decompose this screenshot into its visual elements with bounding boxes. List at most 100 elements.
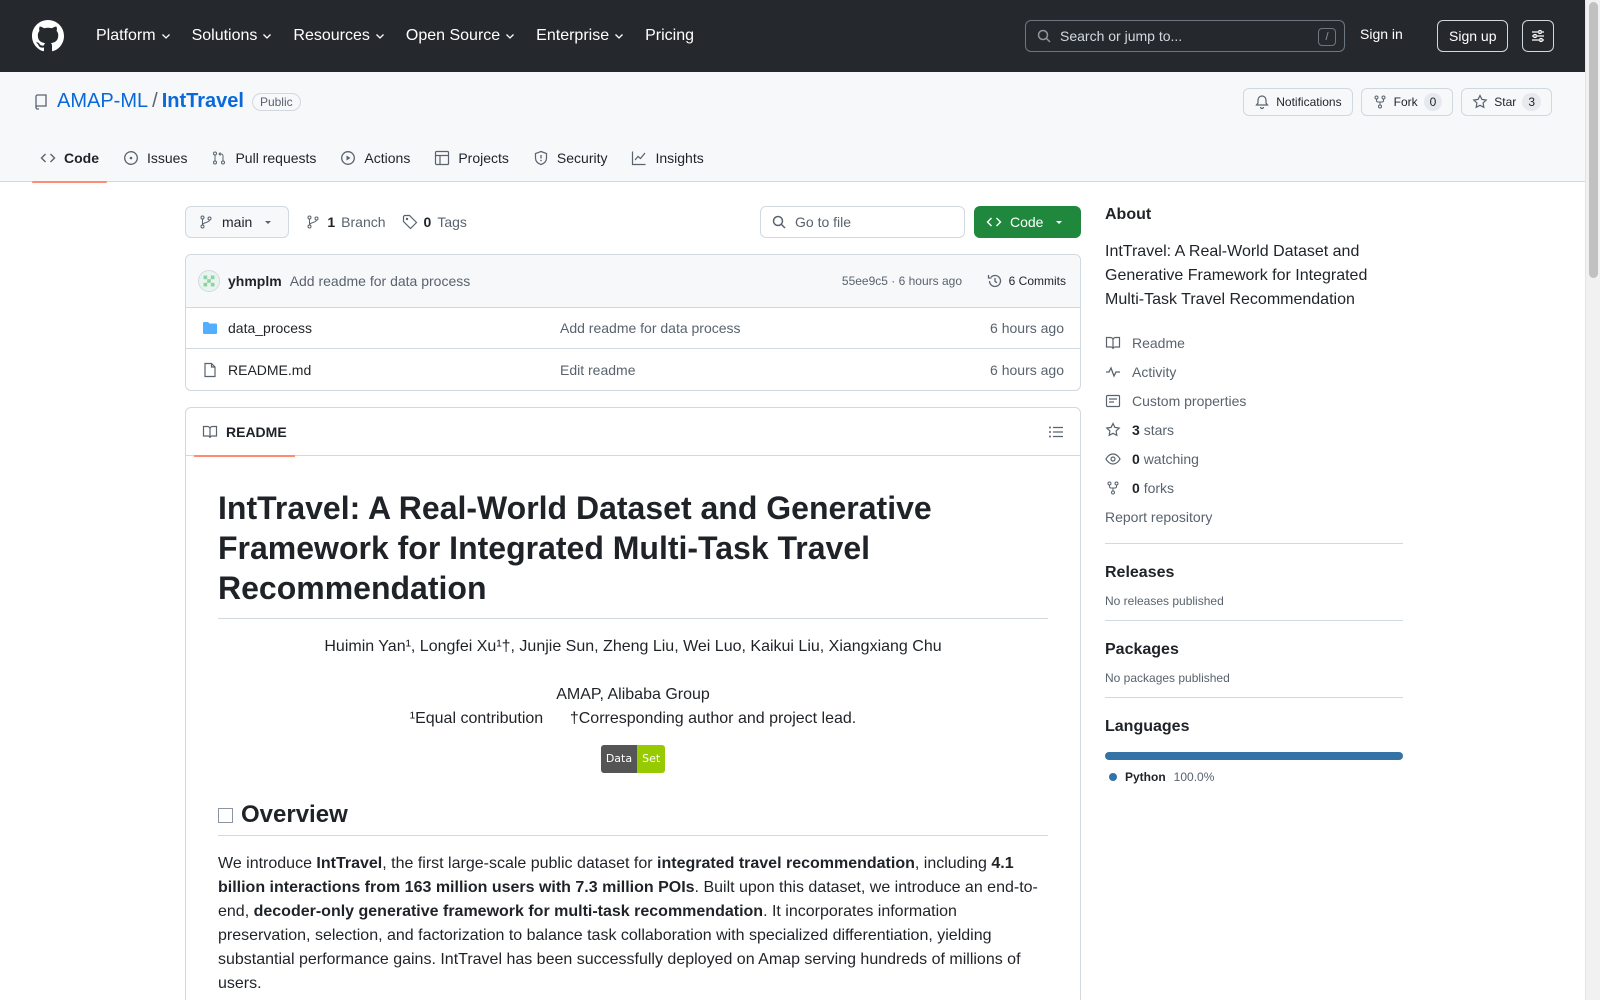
file-icon bbox=[204, 362, 216, 377]
image-placeholder-icon bbox=[218, 807, 233, 823]
go-to-file-input[interactable]: Go to file bbox=[760, 206, 965, 238]
nav-resources[interactable]: Resources bbox=[285, 19, 393, 53]
history-icon bbox=[987, 274, 1001, 288]
releases-heading[interactable]: Releases bbox=[1105, 564, 1403, 582]
repo-title: AMAP-ML / IntTravel Public bbox=[33, 90, 301, 113]
folder-icon bbox=[203, 322, 217, 334]
repo-owner-link[interactable]: AMAP-ML bbox=[57, 90, 148, 113]
file-name-link[interactable]: README.md bbox=[228, 362, 311, 378]
star-button[interactable]: Star 3 bbox=[1461, 88, 1552, 116]
packages-note: No packages published bbox=[1105, 671, 1230, 685]
chevron-down-icon bbox=[263, 34, 272, 39]
watching-link[interactable]: 0 watching bbox=[1105, 444, 1403, 473]
fork-icon bbox=[1374, 95, 1386, 109]
commits-link[interactable]: 6 Commits bbox=[987, 273, 1066, 289]
code-icon bbox=[986, 217, 1002, 227]
readme-link[interactable]: Readme bbox=[1105, 328, 1403, 357]
custom-properties-link[interactable]: Custom properties bbox=[1105, 386, 1403, 415]
tags-link[interactable]: 0 Tags bbox=[402, 214, 467, 230]
file-time: 6 hours ago bbox=[990, 320, 1064, 336]
pull-request-icon bbox=[213, 151, 226, 165]
divider bbox=[1105, 697, 1403, 698]
language-item[interactable]: Python 100.0% bbox=[1105, 770, 1403, 784]
activity-link[interactable]: Activity bbox=[1105, 357, 1403, 386]
code-icon bbox=[40, 153, 56, 163]
repo-name-link[interactable]: IntTravel bbox=[162, 90, 244, 113]
language-percent: 100.0% bbox=[1173, 770, 1215, 784]
dataset-badge[interactable]: Data Set bbox=[600, 745, 666, 773]
fork-button[interactable]: Fork 0 bbox=[1360, 88, 1454, 116]
report-repository-link[interactable]: Report repository bbox=[1105, 502, 1403, 531]
book-icon bbox=[1105, 336, 1121, 349]
overview-heading: Overview bbox=[218, 801, 1048, 836]
tab-code[interactable]: Code bbox=[32, 134, 107, 183]
repo-actions: Notifications Fork 0 Star 3 bbox=[1243, 88, 1552, 116]
search-shortcut-hint: / bbox=[1318, 28, 1336, 46]
tab-security[interactable]: Security bbox=[525, 134, 616, 182]
file-time: 6 hours ago bbox=[990, 361, 1064, 378]
commit-author-link[interactable]: yhmplm bbox=[228, 273, 282, 289]
book-icon bbox=[202, 425, 218, 438]
branch-selector[interactable]: main bbox=[185, 206, 290, 238]
chevron-down-icon bbox=[615, 34, 624, 39]
star-counter: 3 bbox=[1522, 93, 1541, 111]
nav-solutions[interactable]: Solutions bbox=[184, 19, 282, 53]
latest-commit: yhmplm Add readme for data process 55ee9… bbox=[186, 255, 1080, 308]
branches-link[interactable]: 1 Branch bbox=[305, 214, 386, 230]
sliders-icon bbox=[1532, 30, 1544, 42]
star-icon bbox=[1105, 421, 1121, 436]
tab-issues[interactable]: Issues bbox=[115, 134, 195, 182]
menu-button[interactable] bbox=[1522, 20, 1554, 52]
avatar[interactable] bbox=[198, 270, 220, 292]
file-commit-link[interactable]: Add readme for data process bbox=[560, 320, 741, 336]
readme-contribution-note: ¹Equal contribution †Corresponding autho… bbox=[409, 710, 857, 727]
page-scrollbar[interactable] bbox=[1585, 0, 1600, 1000]
language-color-dot bbox=[1109, 773, 1117, 781]
readme-authors: Huimin Yan¹, Longfei Xu¹†, Junjie Sun, Z… bbox=[324, 638, 942, 655]
chevron-down-icon bbox=[506, 34, 515, 39]
tab-insights[interactable]: Insights bbox=[623, 134, 711, 182]
readme-tab[interactable]: README bbox=[194, 408, 295, 457]
commit-meta[interactable]: 55ee9c5 · 6 hours ago bbox=[842, 274, 962, 288]
scrollbar-thumb[interactable] bbox=[1589, 2, 1598, 278]
file-commit-link[interactable]: Edit readme bbox=[560, 362, 635, 378]
packages-heading[interactable]: Packages bbox=[1105, 641, 1403, 659]
repo-header: AMAP-ML / IntTravel Public Notifications… bbox=[0, 72, 1585, 183]
commit-message-link[interactable]: Add readme for data process bbox=[290, 273, 471, 289]
sign-in-link[interactable]: Sign in bbox=[1360, 26, 1403, 42]
github-logo-icon[interactable] bbox=[32, 20, 64, 52]
search-placeholder: Search or jump to... bbox=[1060, 28, 1183, 44]
file-row[interactable]: README.md Edit readme 6 hours ago bbox=[186, 349, 1080, 390]
tab-projects[interactable]: Projects bbox=[426, 134, 517, 182]
nav-enterprise[interactable]: Enterprise bbox=[528, 19, 633, 53]
file-name-link[interactable]: data_process bbox=[228, 320, 312, 336]
sign-up-button[interactable]: Sign up bbox=[1437, 20, 1509, 52]
fork-icon bbox=[1107, 481, 1119, 494]
tab-actions[interactable]: Actions bbox=[332, 134, 418, 182]
main-column: main 1 Branch 0 Tags Go to file Code yhm… bbox=[185, 206, 1081, 1000]
notifications-button[interactable]: Notifications bbox=[1243, 88, 1353, 116]
stars-link[interactable]: 3 stars bbox=[1105, 415, 1403, 444]
global-nav: Platform Solutions Resources Open Source… bbox=[88, 19, 702, 53]
visibility-badge: Public bbox=[251, 92, 301, 111]
nav-open-source[interactable]: Open Source bbox=[398, 19, 524, 53]
search-icon bbox=[772, 215, 786, 229]
bell-icon bbox=[1255, 95, 1269, 110]
identicon-icon bbox=[203, 275, 215, 287]
branch-icon bbox=[200, 215, 212, 229]
tab-pull-requests[interactable]: Pull requests bbox=[203, 134, 324, 182]
play-circle-icon bbox=[341, 151, 356, 165]
nav-platform[interactable]: Platform bbox=[88, 19, 180, 53]
repo-separator: / bbox=[152, 90, 158, 112]
search-input[interactable]: Search or jump to... / bbox=[1025, 20, 1345, 52]
table-icon bbox=[435, 150, 450, 166]
list-icon[interactable] bbox=[1048, 424, 1064, 440]
search-icon bbox=[1037, 29, 1051, 43]
code-dropdown-button[interactable]: Code bbox=[974, 206, 1081, 238]
global-header: Platform Solutions Resources Open Source… bbox=[0, 0, 1585, 72]
languages-heading: Languages bbox=[1105, 718, 1190, 735]
nav-pricing[interactable]: Pricing bbox=[637, 19, 702, 53]
forks-link[interactable]: 0 forks bbox=[1105, 473, 1403, 502]
file-row[interactable]: data_process Add readme for data process… bbox=[186, 308, 1080, 349]
caret-down-icon bbox=[265, 221, 272, 224]
